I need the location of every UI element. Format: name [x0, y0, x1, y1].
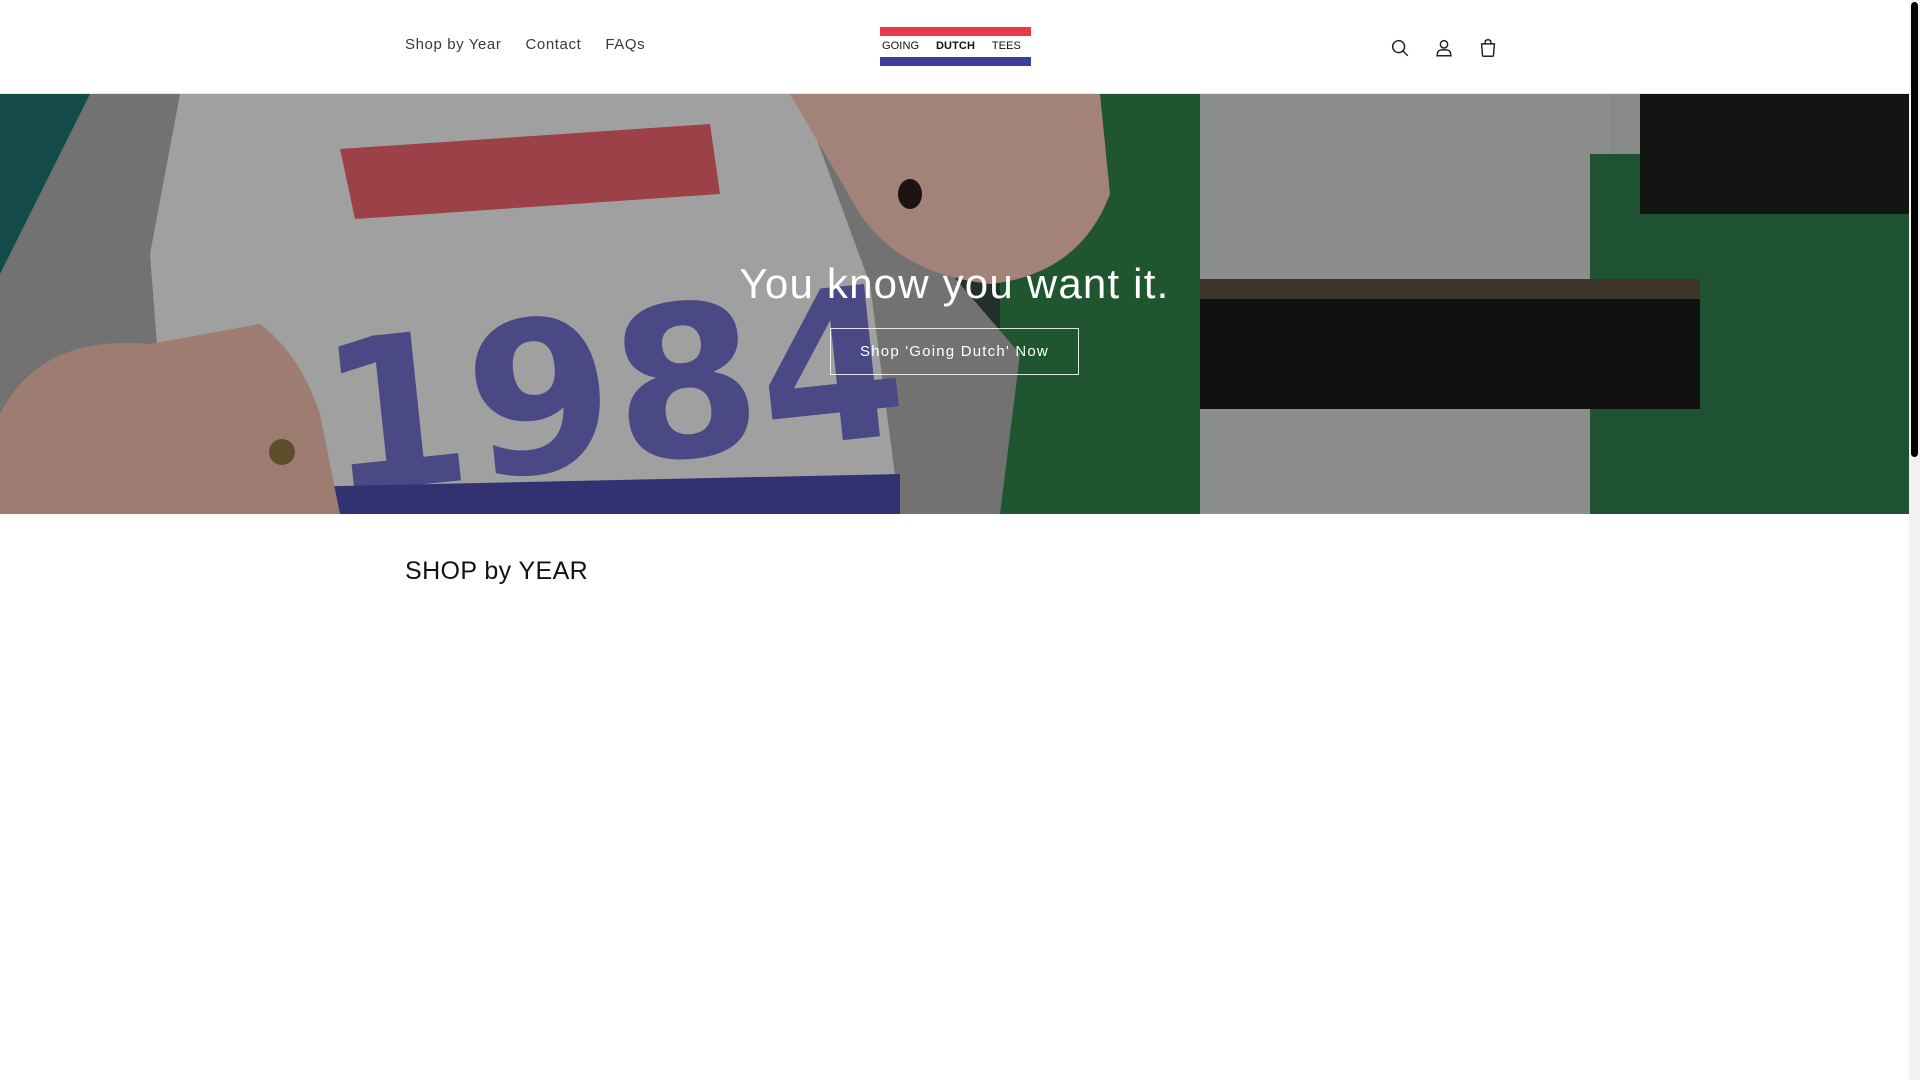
logo-blue-stripe	[880, 57, 1031, 66]
logo-wordmark: GOING DUTCH TEES	[880, 36, 1031, 57]
site-logo[interactable]: GOING DUTCH TEES	[880, 27, 1031, 66]
account-button[interactable]	[1422, 26, 1466, 70]
scrollbar-thumb[interactable]	[1911, 2, 1918, 457]
logo-word-tees: TEES	[991, 40, 1021, 52]
cart-icon	[1480, 39, 1496, 57]
hero-banner: 1984 You know you want it. Shop 'Going D…	[0, 94, 1909, 514]
logo-word-going: GOING	[882, 40, 920, 52]
cart-button[interactable]	[1466, 26, 1510, 70]
search-icon	[1391, 39, 1409, 57]
account-icon	[1436, 39, 1452, 57]
main-nav: Shop by Year Contact FAQs	[396, 34, 657, 55]
logo-red-stripe	[880, 27, 1031, 36]
header-icons	[1378, 26, 1510, 70]
logo-word-dutch: DUTCH	[936, 40, 976, 52]
collection-title: SHOP by YEAR	[405, 557, 589, 585]
hero-heading: You know you want it.	[739, 259, 1170, 307]
nav-shop-by-year[interactable]: Shop by Year	[396, 34, 513, 55]
nav-contact[interactable]: Contact	[513, 34, 593, 55]
hero-content: You know you want it. Shop 'Going Dutch'…	[0, 94, 1909, 514]
site-header: Shop by Year Contact FAQs GOING DUTCH TE…	[0, 0, 1909, 94]
search-button[interactable]	[1378, 26, 1422, 70]
shop-going-dutch-button[interactable]: Shop 'Going Dutch' Now	[830, 327, 1079, 375]
nav-faqs[interactable]: FAQs	[593, 34, 657, 55]
